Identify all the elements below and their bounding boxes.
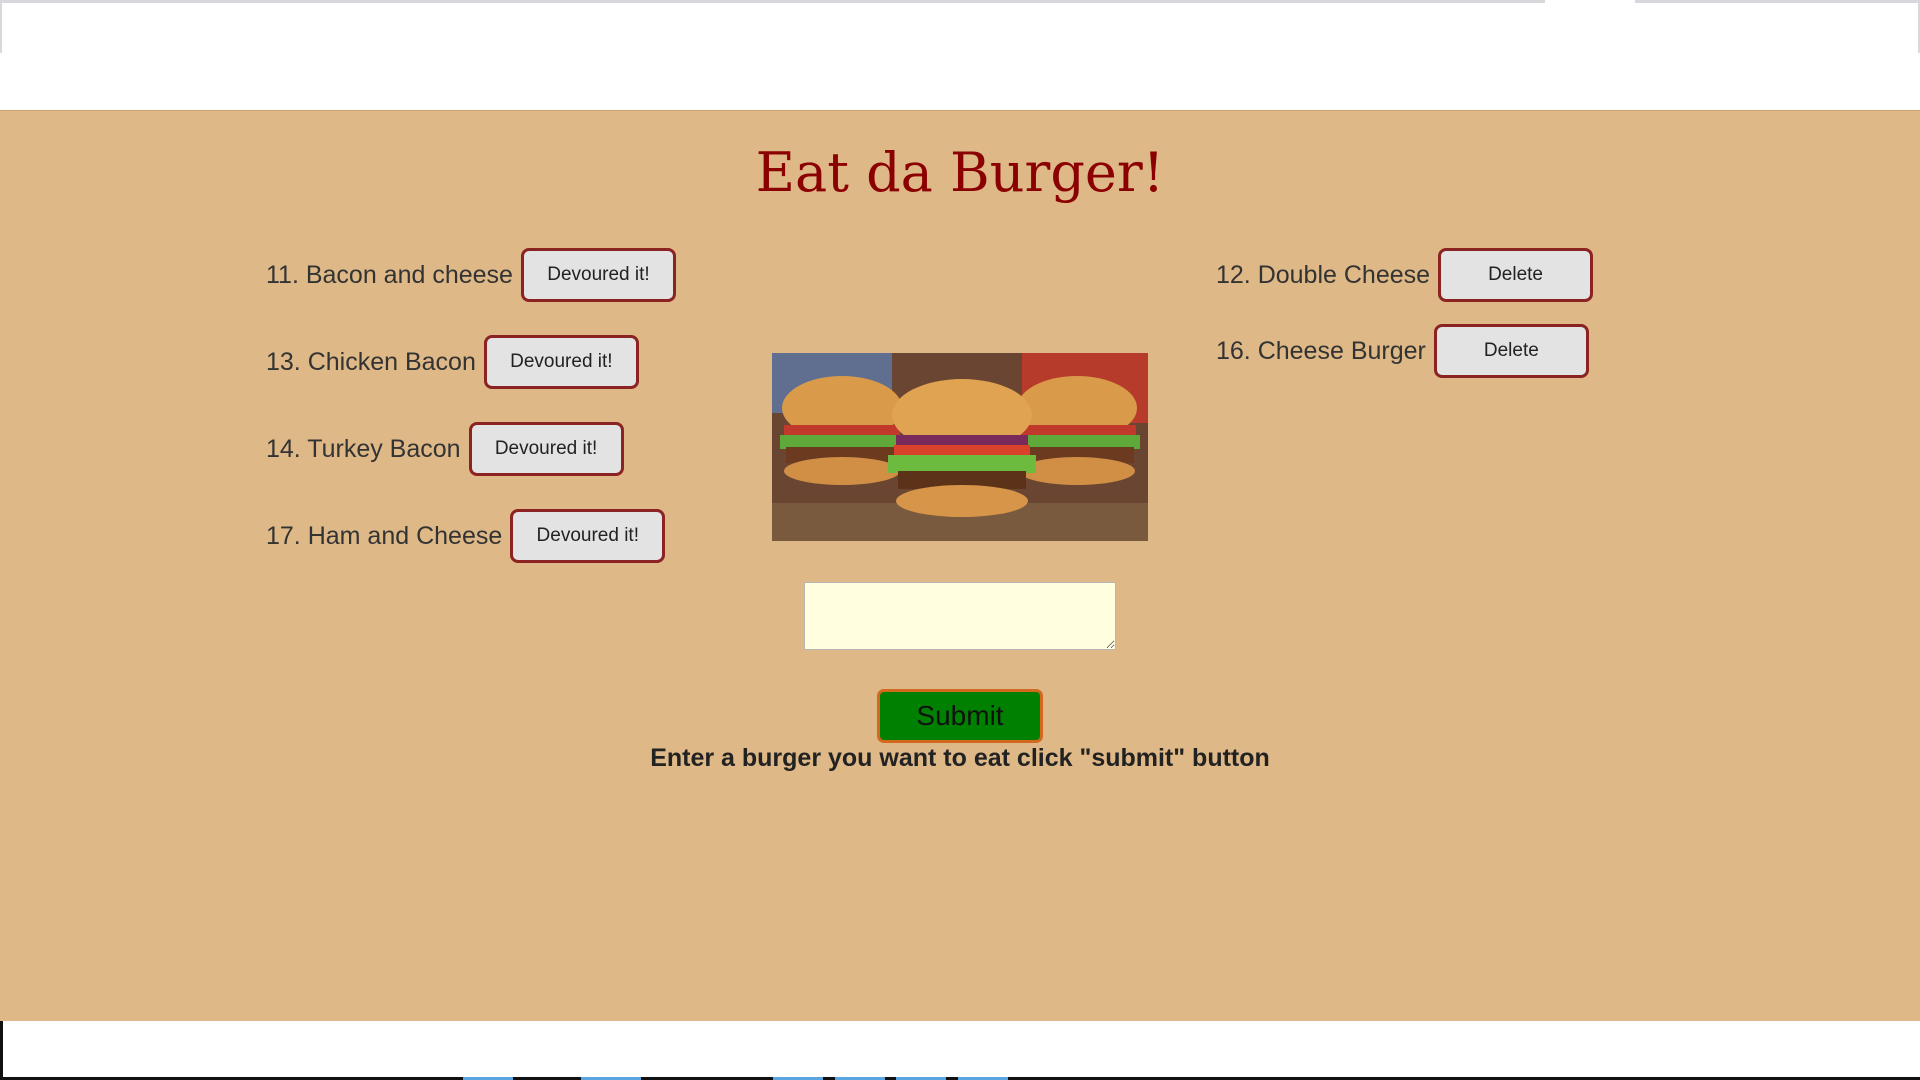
burger-name: 16. Cheese Burger xyxy=(1216,336,1426,365)
burger-photo-icon xyxy=(772,353,1148,541)
delete-button[interactable]: Delete xyxy=(1438,248,1594,302)
instruction-text: Enter a burger you want to eat click "su… xyxy=(650,744,1270,772)
burger-item: 14. Turkey Bacon Devoured it! xyxy=(266,422,624,476)
browser-top-area xyxy=(0,0,1920,110)
burger-image xyxy=(772,353,1148,541)
burger-input[interactable] xyxy=(804,582,1116,650)
tab-notch xyxy=(1545,0,1635,6)
page-title: Eat da Burger! xyxy=(755,141,1165,204)
burger-item: 17. Ham and Cheese Devoured it! xyxy=(266,509,666,563)
devoured-burger-item: 16. Cheese Burger Delete xyxy=(1216,324,1589,378)
bottom-area xyxy=(0,1021,1920,1080)
burger-name: 11. Bacon and cheese xyxy=(266,260,513,289)
devoured-button[interactable]: Devoured it! xyxy=(483,335,639,389)
left-edge xyxy=(0,3,2,53)
page-body: Eat da Burger! 11. Bacon and cheese Devo… xyxy=(0,110,1920,1022)
burger-item: 11. Bacon and cheese Devoured it! xyxy=(266,248,676,302)
burger-item: 13. Chicken Bacon Devoured it! xyxy=(266,335,639,389)
delete-button[interactable]: Delete xyxy=(1433,324,1589,378)
burger-name: 12. Double Cheese xyxy=(1216,260,1431,289)
devoured-button[interactable]: Devoured it! xyxy=(510,509,666,563)
burger-name: 13. Chicken Bacon xyxy=(266,347,476,376)
submit-button[interactable]: Submit xyxy=(877,689,1043,743)
burger-name: 17. Ham and Cheese xyxy=(266,521,503,550)
burger-name: 14. Turkey Bacon xyxy=(266,434,461,463)
devoured-burger-item: 12. Double Cheese Delete xyxy=(1216,248,1594,302)
devoured-button[interactable]: Devoured it! xyxy=(520,248,676,302)
devoured-button[interactable]: Devoured it! xyxy=(468,422,624,476)
